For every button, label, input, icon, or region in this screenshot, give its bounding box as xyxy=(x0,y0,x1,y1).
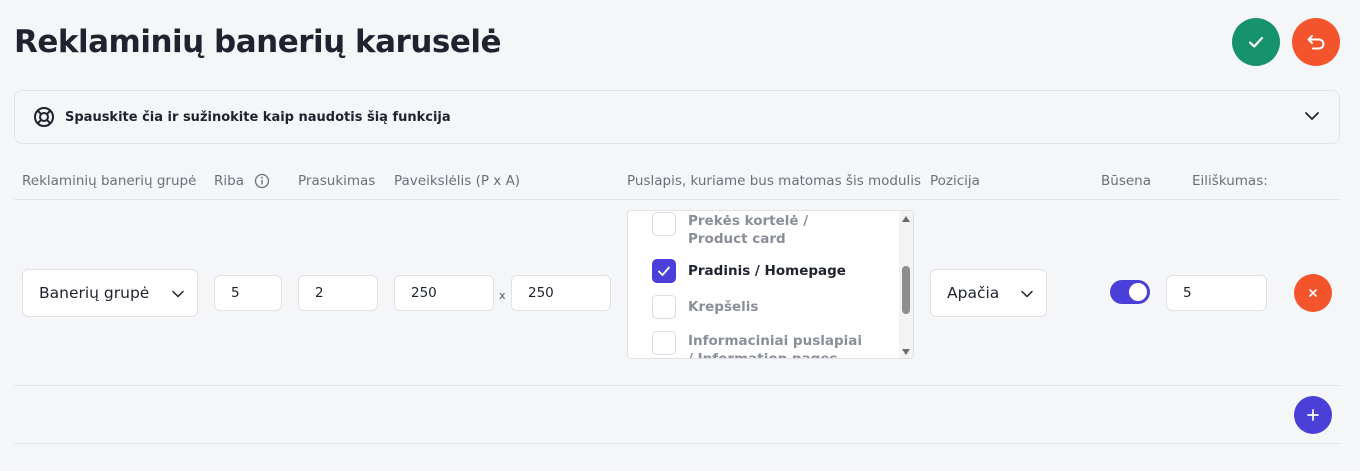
scroll-thumb[interactable] xyxy=(902,266,910,314)
header-scroll: Prasukimas xyxy=(298,173,376,189)
help-accordion[interactable]: Spauskite čia ir sužinokite kaip naudoti… xyxy=(14,90,1340,144)
order-value: 5 xyxy=(1183,285,1192,301)
header-group: Reklaminių banerių grupė xyxy=(22,173,197,189)
check-icon xyxy=(1248,36,1264,48)
position-select[interactable]: Apačia xyxy=(930,269,1047,317)
checkbox[interactable] xyxy=(652,259,676,283)
scroll-value: 2 xyxy=(315,285,324,301)
info-icon[interactable] xyxy=(254,173,270,189)
page-option[interactable]: Krepšelis xyxy=(652,295,892,319)
header-page: Puslapis, kuriame bus matomas šis moduli… xyxy=(627,173,922,189)
listbox-scrollbar[interactable] xyxy=(899,211,913,358)
add-row-button[interactable] xyxy=(1294,396,1332,434)
save-button[interactable] xyxy=(1232,18,1280,66)
page-option[interactable]: Prekės kortelė / Product card xyxy=(652,212,892,248)
page-title: Reklaminių banerių karuselė xyxy=(14,24,502,60)
undo-arrow-icon xyxy=(1307,35,1325,50)
checkbox[interactable] xyxy=(652,295,676,319)
toggle-knob xyxy=(1129,283,1147,301)
checkbox[interactable] xyxy=(652,331,676,355)
page-option-label: Pradinis / Homepage xyxy=(688,263,846,279)
limit-value: 5 xyxy=(231,285,240,301)
back-button[interactable] xyxy=(1292,18,1340,66)
scroll-input[interactable]: 2 xyxy=(298,275,378,311)
chevron-down-icon xyxy=(1303,107,1321,129)
header-status: Būsena xyxy=(1101,173,1151,189)
help-text: Spauskite čia ir sužinokite kaip naudoti… xyxy=(65,109,451,125)
position-select-value: Apačia xyxy=(947,284,1000,302)
close-icon xyxy=(1309,289,1317,297)
group-select-value: Banerių grupė xyxy=(39,284,150,302)
dimension-separator: x xyxy=(499,289,506,302)
delete-row-button[interactable] xyxy=(1294,274,1332,312)
row-divider xyxy=(14,385,1340,386)
header-limit: Riba xyxy=(214,173,244,189)
scroll-up-icon[interactable] xyxy=(902,216,910,222)
page-option-label: Informaciniai puslapiai / Information pa… xyxy=(688,333,862,359)
order-input[interactable]: 5 xyxy=(1166,275,1267,311)
checkbox[interactable] xyxy=(652,212,676,236)
plus-icon xyxy=(1307,409,1319,421)
page-multiselect[interactable]: Prekės kortelė / Product card Pradinis /… xyxy=(627,210,914,359)
header-position: Pozicija xyxy=(930,173,980,189)
image-height-input[interactable]: 250 xyxy=(511,275,611,311)
lifebuoy-icon xyxy=(33,106,55,128)
page-option[interactable]: Pradinis / Homepage xyxy=(652,259,892,283)
chevron-down-icon xyxy=(171,287,185,305)
status-toggle[interactable] xyxy=(1110,280,1150,304)
chevron-down-icon xyxy=(1020,287,1034,305)
check-icon xyxy=(658,266,670,276)
group-select[interactable]: Banerių grupė xyxy=(22,269,198,317)
image-height-value: 250 xyxy=(528,285,554,301)
image-width-value: 250 xyxy=(411,285,437,301)
limit-input[interactable]: 5 xyxy=(214,275,282,311)
header-divider xyxy=(14,199,1340,200)
header-order: Eiliškumas: xyxy=(1192,173,1268,189)
footer-divider xyxy=(14,443,1340,444)
header-image: Paveikslėlis (P x A) xyxy=(394,173,521,189)
page-option-label: Krepšelis xyxy=(688,299,759,315)
scroll-down-icon[interactable] xyxy=(902,349,910,355)
image-width-input[interactable]: 250 xyxy=(394,275,494,311)
page-option-label: Prekės kortelė / Product card xyxy=(688,213,809,247)
page-option[interactable]: Informaciniai puslapiai / Information pa… xyxy=(652,331,892,359)
